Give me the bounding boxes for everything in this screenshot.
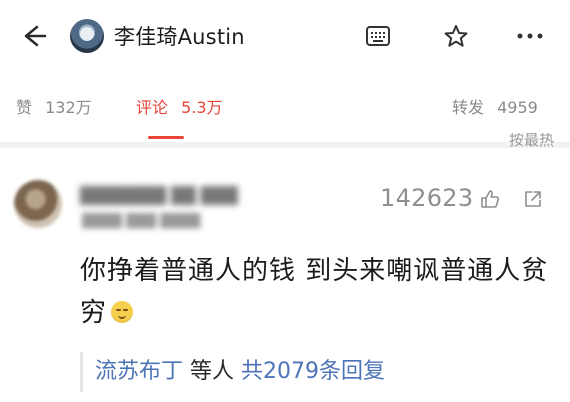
tab-reposts[interactable]: 转发 4959 bbox=[452, 94, 538, 118]
active-tab-indicator bbox=[148, 136, 184, 139]
smirk-emoji-icon bbox=[111, 300, 134, 323]
page-title[interactable]: 李佳琦Austin bbox=[114, 21, 245, 51]
sort-label: 按最热 bbox=[508, 133, 554, 149]
comment-body: 你挣着普通人的钱 到头来嘲讽普通人贫穷 bbox=[80, 250, 558, 334]
reply-middle: 等人 bbox=[190, 359, 235, 384]
share-icon[interactable] bbox=[522, 188, 544, 210]
comment-text: 你挣着普通人的钱 到头来嘲讽普通人贫穷 bbox=[80, 256, 549, 328]
more-icon bbox=[517, 33, 543, 39]
reply-summary[interactable]: 共2079条回复 bbox=[241, 359, 385, 384]
likes-count: 132万 bbox=[45, 98, 92, 117]
keyboard-button[interactable] bbox=[360, 18, 396, 54]
keyboard-icon bbox=[366, 26, 390, 46]
replies-link[interactable]: 流苏布丁 等人 共2079条回复 bbox=[80, 352, 558, 392]
reply-user[interactable]: 流苏布丁 bbox=[95, 359, 183, 384]
favorite-button[interactable] bbox=[438, 18, 474, 54]
section-divider bbox=[0, 142, 570, 148]
top-bar: 李佳琦Austin bbox=[0, 0, 570, 72]
comment-meta-blurred: ████ ███ ████ bbox=[82, 214, 201, 229]
likes-label: 赞 bbox=[16, 98, 33, 117]
reposts-count: 4959 bbox=[497, 98, 538, 117]
more-button[interactable] bbox=[512, 18, 548, 54]
comments-label: 评论 bbox=[136, 98, 169, 117]
avatar[interactable] bbox=[70, 19, 104, 53]
comment-like-count: 142623 bbox=[380, 184, 474, 212]
reposts-label: 转发 bbox=[452, 98, 485, 117]
thumbs-up-icon[interactable] bbox=[479, 188, 501, 210]
tab-likes[interactable]: 赞 132万 bbox=[16, 94, 92, 118]
comments-count: 5.3万 bbox=[181, 98, 223, 117]
sort-toggle[interactable]: 按最热 bbox=[509, 133, 554, 153]
commenter-avatar[interactable] bbox=[14, 180, 62, 228]
back-button[interactable] bbox=[14, 18, 50, 54]
stats-row: 赞 132万 评论 5.3万 转发 4959 bbox=[0, 84, 570, 124]
star-icon bbox=[444, 25, 468, 47]
tab-comments[interactable]: 评论 5.3万 bbox=[136, 94, 223, 118]
arrow-left-icon bbox=[24, 25, 47, 47]
commenter-name-blurred[interactable]: ███████ ██ ███ bbox=[80, 186, 238, 205]
